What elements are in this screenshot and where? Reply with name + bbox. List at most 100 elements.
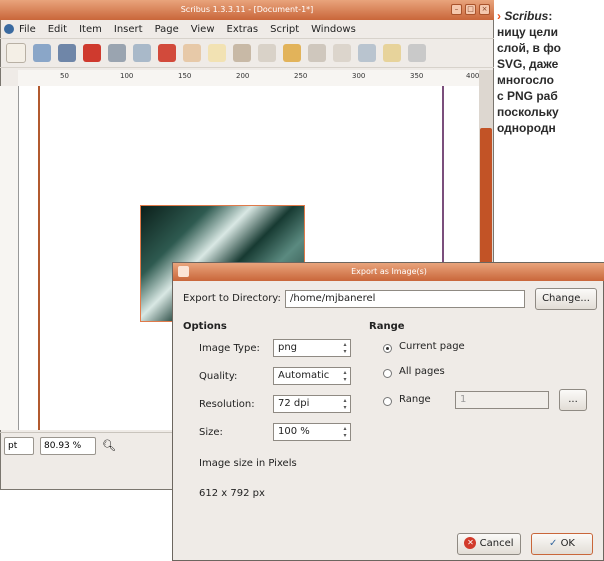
ruler-tick: 150 <box>178 72 192 80</box>
unit-select[interactable]: pt <box>4 436 34 455</box>
image-type-value: png <box>278 342 298 353</box>
minimize-icon[interactable]: – <box>451 4 462 15</box>
caption-line: : <box>548 9 553 23</box>
range-custom-radio[interactable] <box>383 397 392 406</box>
pdf-export-icon[interactable] <box>158 44 176 62</box>
dialog-titlebar[interactable]: Export as Image(s) <box>173 263 604 281</box>
caption-line: ницу цели <box>497 25 559 39</box>
menu-insert[interactable]: Insert <box>114 24 143 35</box>
image-size-value: 612 x 792 px <box>199 488 265 499</box>
ruler-tick: 400 <box>466 72 480 80</box>
cancel-label: Cancel <box>479 538 514 549</box>
window-title: Scribus 1.3.3.11 - [Document-1*] <box>180 5 314 14</box>
range-all-label[interactable]: All pages <box>399 366 445 377</box>
range-browse-button[interactable]: ... <box>559 389 587 411</box>
ok-label: OK <box>560 538 575 549</box>
quality-label: Quality: <box>199 371 238 382</box>
new-document-icon[interactable] <box>6 43 26 63</box>
quality-select[interactable]: Automatic ▴ ▾ <box>273 367 351 385</box>
range-current-label[interactable]: Current page <box>399 341 465 352</box>
quality-value: Automatic <box>278 370 330 381</box>
range-heading: Range <box>369 321 405 332</box>
range-all-radio[interactable] <box>383 369 392 378</box>
export-image-dialog: Export as Image(s) Export to Directory: … <box>172 262 604 561</box>
menu-script[interactable]: Script <box>270 24 299 35</box>
spin-arrows-icon: ▴ ▾ <box>343 341 347 355</box>
shape-icon[interactable] <box>258 44 276 62</box>
resolution-value: 72 dpi <box>278 398 310 409</box>
link-frames-icon[interactable] <box>408 44 426 62</box>
range-custom-label[interactable]: Range <box>399 394 431 405</box>
ok-icon: ✓ <box>548 538 558 549</box>
zoom-icon[interactable]: 🔍︎ <box>102 439 116 452</box>
ok-button[interactable]: ✓ OK <box>531 533 593 555</box>
toolbar <box>0 38 494 68</box>
spin-arrows-icon: ▴ ▾ <box>343 397 347 411</box>
range-current-radio[interactable] <box>383 344 392 353</box>
export-dir-input[interactable]: /home/mjbanerel <box>285 290 525 308</box>
app-icon <box>4 24 14 34</box>
text-frame-icon[interactable] <box>208 44 226 62</box>
close-document-icon[interactable] <box>83 44 101 62</box>
cancel-button[interactable]: ✕ Cancel <box>457 533 521 555</box>
menu-edit[interactable]: Edit <box>48 24 67 35</box>
ruler-tick: 350 <box>410 72 424 80</box>
zoom-input[interactable]: 80.93 % <box>40 436 96 455</box>
caption-line: поскольку <box>497 105 559 119</box>
line-icon[interactable] <box>333 44 351 62</box>
preflight-icon[interactable] <box>133 44 151 62</box>
size-spinbox[interactable]: 100 % ▴ ▾ <box>273 423 351 441</box>
resolution-spinbox[interactable]: 72 dpi ▴ ▾ <box>273 395 351 413</box>
image-type-select[interactable]: png ▴ ▾ <box>273 339 351 357</box>
window-titlebar[interactable]: Scribus 1.3.3.11 - [Document-1*] – □ × <box>0 0 494 20</box>
ruler-tick: 50 <box>60 72 69 80</box>
options-heading: Options <box>183 321 227 332</box>
zoom-icon[interactable] <box>358 44 376 62</box>
select-icon[interactable] <box>183 44 201 62</box>
caption-app-name: Scribus <box>504 9 549 23</box>
page-margin-guide <box>38 86 40 430</box>
table-icon[interactable] <box>308 44 326 62</box>
ruler-tick: 100 <box>120 72 134 80</box>
dialog-title: Export as Image(s) <box>351 267 427 276</box>
menu-item[interactable]: Item <box>79 24 102 35</box>
edit-contents-icon[interactable] <box>383 44 401 62</box>
spin-arrows-icon: ▴ ▾ <box>343 425 347 439</box>
dialog-app-icon <box>178 266 189 277</box>
caption-line: с PNG раб <box>497 89 558 103</box>
polygon-icon[interactable] <box>283 44 301 62</box>
ruler-tick: 300 <box>352 72 366 80</box>
menubar: File Edit Item Insert Page View Extras S… <box>0 20 494 38</box>
menu-file[interactable]: File <box>19 24 36 35</box>
print-icon[interactable] <box>108 44 126 62</box>
open-icon[interactable] <box>33 44 51 62</box>
range-input[interactable]: 1 <box>455 391 549 409</box>
close-icon[interactable]: × <box>479 4 490 15</box>
image-frame-icon[interactable] <box>233 44 251 62</box>
menu-page[interactable]: Page <box>155 24 179 35</box>
image-type-label: Image Type: <box>199 343 260 354</box>
menu-extras[interactable]: Extras <box>227 24 259 35</box>
save-icon[interactable] <box>58 44 76 62</box>
caption-text: › Scribus: ницу цели слой, в фо SVG, даж… <box>497 8 604 136</box>
size-value: 100 % <box>278 426 310 437</box>
caption-line: однородн <box>497 121 556 135</box>
vertical-ruler <box>0 86 19 430</box>
export-dir-label: Export to Directory: <box>183 293 281 304</box>
ruler-tick: 200 <box>236 72 250 80</box>
caption-line: SVG, даже <box>497 57 559 71</box>
maximize-icon[interactable]: □ <box>465 4 476 15</box>
change-button[interactable]: Change... <box>535 288 597 310</box>
menu-view[interactable]: View <box>191 24 215 35</box>
ruler-tick: 250 <box>294 72 308 80</box>
caption-arrow: › <box>497 9 501 23</box>
horizontal-ruler: 50 100 150 200 250 300 350 400 <box>18 70 486 87</box>
spin-arrows-icon: ▴ ▾ <box>343 369 347 383</box>
size-label: Size: <box>199 427 223 438</box>
menu-windows[interactable]: Windows <box>311 24 356 35</box>
caption-line: слой, в фо <box>497 41 561 55</box>
cancel-icon: ✕ <box>464 537 477 549</box>
export-dir-value: /home/mjbanerel <box>290 293 376 304</box>
caption-line: многосло <box>497 73 554 87</box>
range-value: 1 <box>460 394 467 405</box>
